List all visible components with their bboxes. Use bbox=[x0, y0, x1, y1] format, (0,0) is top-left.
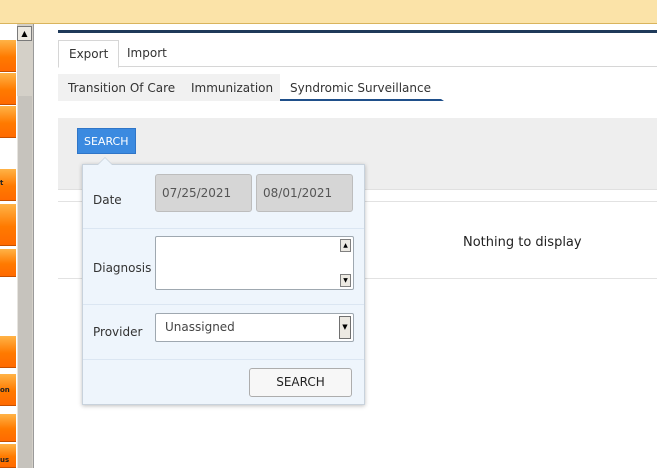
empty-results-message: Nothing to display bbox=[463, 235, 582, 250]
sidebar-nav-item[interactable]: on bbox=[0, 374, 16, 406]
scroll-down-arrow-icon[interactable]: ▼ bbox=[340, 274, 351, 287]
provider-select[interactable]: Unassigned ▼ bbox=[155, 313, 354, 342]
secondary-tab-bar: Transition Of Care Immunization Syndromi… bbox=[58, 74, 657, 102]
sidebar-nav-item[interactable] bbox=[0, 249, 16, 277]
tab-transition-of-care[interactable]: Transition Of Care bbox=[58, 74, 189, 101]
top-bar bbox=[0, 0, 657, 24]
sidebar-nav-item[interactable] bbox=[0, 414, 16, 442]
chevron-down-icon[interactable]: ▼ bbox=[339, 316, 351, 339]
provider-selected-value: Unassigned bbox=[165, 320, 235, 334]
sidebar-nav-item[interactable]: t bbox=[0, 169, 16, 201]
primary-tab-bar: Export Import bbox=[58, 40, 657, 68]
sidebar-scrollbar-thumb[interactable] bbox=[17, 96, 32, 468]
tab-import[interactable]: Import bbox=[117, 40, 177, 68]
date-to-input[interactable]: 08/01/2021 bbox=[256, 174, 353, 212]
left-sidebar: t on us ▲ bbox=[0, 24, 34, 468]
tab-export[interactable]: Export bbox=[58, 40, 120, 68]
tab-syndromic-surveillance[interactable]: Syndromic Surveillance bbox=[280, 74, 444, 101]
search-button[interactable]: SEARCH bbox=[77, 128, 136, 154]
sidebar-nav-item[interactable] bbox=[0, 336, 16, 368]
date-label: Date bbox=[93, 193, 122, 207]
diagnosis-row: Diagnosis ▲ ▼ bbox=[83, 229, 364, 305]
scroll-up-arrow-icon[interactable]: ▲ bbox=[340, 239, 351, 252]
provider-label: Provider bbox=[93, 325, 143, 339]
sidebar-nav-item[interactable] bbox=[0, 73, 16, 105]
diagnosis-textarea[interactable]: ▲ ▼ bbox=[155, 236, 354, 290]
sidebar-item-label: us bbox=[0, 456, 10, 464]
sidebar-nav-item[interactable]: us bbox=[0, 444, 16, 468]
diagnosis-label: Diagnosis bbox=[93, 261, 152, 275]
sidebar-nav-item[interactable] bbox=[0, 40, 16, 72]
sidebar-nav-item[interactable] bbox=[0, 204, 16, 246]
sidebar-nav-item[interactable] bbox=[0, 106, 16, 138]
header-rule bbox=[58, 30, 657, 33]
sidebar-item-label: on bbox=[0, 386, 10, 394]
search-filter-popup: Date 07/25/2021 08/01/2021 Diagnosis ▲ ▼… bbox=[82, 157, 365, 405]
date-from-input[interactable]: 07/25/2021 bbox=[155, 174, 252, 212]
tab-immunization[interactable]: Immunization bbox=[181, 74, 287, 101]
popup-pointer bbox=[97, 157, 113, 165]
date-row: Date 07/25/2021 08/01/2021 bbox=[83, 165, 364, 229]
scroll-up-arrow-icon[interactable]: ▲ bbox=[17, 26, 32, 41]
popup-search-button[interactable]: SEARCH bbox=[249, 368, 352, 397]
provider-row: Provider Unassigned ▼ bbox=[83, 305, 364, 360]
sidebar-item-label: t bbox=[0, 179, 4, 187]
